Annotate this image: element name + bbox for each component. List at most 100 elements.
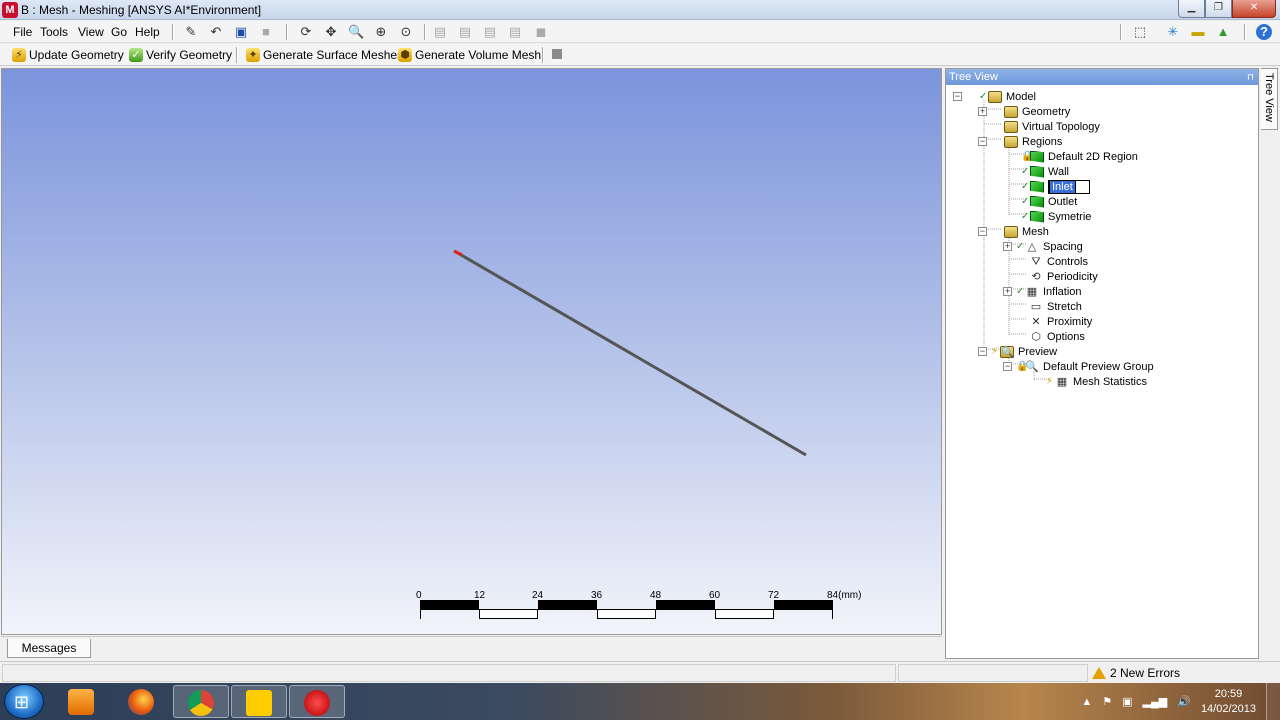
region-flag-icon [1030, 165, 1044, 178]
messages-tab[interactable]: Messages [7, 639, 91, 658]
zoom-icon[interactable]: 🔍 [348, 24, 364, 40]
volume-mesh-icon: ⬢ [398, 48, 412, 62]
action-center-flag-icon[interactable]: ⚑ [1102, 695, 1112, 708]
messages-strip: Messages [1, 636, 942, 658]
close-icon[interactable]: ✕ [1232, 0, 1276, 18]
clock[interactable]: 20:59 14/02/2013 [1201, 687, 1256, 717]
tree-node-default-2d-region[interactable]: 🔒 Default 2D Region [1021, 149, 1138, 164]
select-mode-icon[interactable]: ⬚ [1132, 24, 1148, 40]
tree-node-model[interactable]: − ✓ Model [953, 89, 1036, 104]
tree-node-mesh[interactable]: − Mesh [978, 224, 1049, 239]
controls-icon: ⛛ [1031, 255, 1041, 268]
preview-icon: 🔍 [1000, 345, 1015, 359]
tree-node-stretch[interactable]: ▭ Stretch [1029, 299, 1082, 314]
stop-icon[interactable] [552, 49, 562, 59]
virtual-topology-icon [1004, 120, 1018, 133]
tree-node-periodicity[interactable]: ⟲ Periodicity [1029, 269, 1097, 284]
graphics-viewport[interactable] [1, 68, 942, 635]
generate-surface-meshes-button[interactable]: ✦ Generate Surface Meshes [246, 47, 403, 63]
rename-input[interactable]: Inlet [1048, 179, 1090, 194]
check-icon: ✓ [1016, 286, 1025, 297]
restore-icon[interactable]: ❐ [1205, 0, 1232, 18]
taskbar-ansys[interactable] [231, 685, 287, 718]
tree-node-outlet[interactable]: ✓ Outlet [1021, 194, 1077, 209]
expand-icon[interactable]: + [1003, 287, 1012, 296]
taskbar-media-player[interactable] [54, 685, 110, 718]
taskbar-firefox[interactable] [114, 685, 170, 718]
expand-icon[interactable]: + [978, 107, 987, 116]
menu-go[interactable]: Go [111, 25, 127, 39]
rotate-icon[interactable]: ⟳ [298, 24, 314, 40]
device-icon[interactable]: ▣ [1122, 695, 1132, 708]
meshing-taskbar-icon [304, 690, 330, 716]
taskbar-meshing[interactable] [289, 685, 345, 718]
tree-node-options[interactable]: ⬡ Options [1029, 329, 1085, 344]
taskbar-chrome[interactable] [173, 685, 229, 718]
minimize-icon[interactable]: ▁ [1178, 0, 1205, 18]
pan-icon[interactable]: ✥ [323, 24, 339, 40]
tree-node-geometry[interactable]: + Geometry [978, 104, 1070, 119]
view-back-icon: ▤ [458, 24, 472, 39]
meshing-app-icon[interactable]: M [2, 2, 18, 18]
tree-node-proximity[interactable]: ✕ Proximity [1029, 314, 1092, 329]
tree-node-inflation[interactable]: + ✓ ▦ Inflation [1003, 284, 1082, 299]
show-hidden-icons-icon[interactable]: ▲ [1081, 696, 1092, 708]
check-icon: ✓ [1016, 241, 1025, 252]
tree-node-virtual-topology[interactable]: Virtual Topology [991, 119, 1100, 134]
status-bar: 2 New Errors [0, 661, 1280, 683]
tree-node-regions[interactable]: − Regions [978, 134, 1062, 149]
tree-view-side-tab[interactable]: Tree View [1261, 68, 1278, 130]
windows-taskbar: ⊞ ▲ ⚑ ▣ ▂▄▆ 🔊 20:59 14/02/2013 [0, 683, 1280, 720]
tree-node-default-preview-group[interactable]: − 🔒 🔍 Default Preview Group [1003, 359, 1154, 374]
collapse-icon[interactable]: − [978, 137, 987, 146]
collapse-icon[interactable]: − [1003, 362, 1012, 371]
tree-node-symetrie[interactable]: ✓ Symetrie [1021, 209, 1091, 224]
tree-node-mesh-statistics[interactable]: ⚡ ▦ Mesh Statistics [1046, 374, 1147, 389]
menu-help[interactable]: Help [135, 25, 160, 39]
expand-icon[interactable]: + [1003, 242, 1012, 251]
triad-icon[interactable]: ✳ [1165, 24, 1181, 40]
menu-file[interactable]: File [13, 25, 32, 39]
start-button[interactable]: ⊞ [4, 684, 44, 719]
save-icon[interactable]: ▣ [233, 24, 249, 40]
spacing-icon: △ [1027, 240, 1037, 253]
collapse-icon[interactable]: − [953, 92, 962, 101]
zoom-fit-icon[interactable]: ⊙ [398, 24, 414, 40]
options-icon: ⬡ [1031, 330, 1041, 343]
network-signal-icon[interactable]: ▂▄▆ [1143, 695, 1168, 708]
ruler-icon[interactable]: ▬ [1190, 24, 1206, 40]
zoom-box-icon[interactable]: ⊕ [373, 24, 389, 40]
magnifier-icon: 🔍 [1025, 360, 1039, 373]
show-desktop-button[interactable] [1266, 683, 1280, 720]
tree-view-header: Tree View ⊓ [946, 69, 1258, 85]
check-icon: ✓ [1021, 211, 1030, 222]
collapse-icon[interactable]: − [978, 347, 987, 356]
undo-icon[interactable]: ↶ [208, 24, 224, 40]
collapse-icon[interactable]: − [978, 227, 987, 236]
menu-tools[interactable]: Tools [40, 25, 68, 39]
tree-node-controls[interactable]: ⛛ Controls [1029, 254, 1088, 269]
update-geometry-button[interactable]: ⚡ Update Geometry [12, 47, 124, 63]
edit-icon[interactable]: ✎ [183, 24, 199, 40]
menu-view[interactable]: View [78, 25, 104, 39]
toolbar-separator [172, 24, 173, 40]
pin-icon[interactable]: ⊓ [1247, 69, 1254, 85]
lightning-icon: ⚡ [991, 346, 999, 357]
volume-icon[interactable]: 🔊 [1177, 695, 1191, 708]
stretch-icon: ▭ [1030, 300, 1042, 313]
geometry-edge[interactable] [455, 250, 807, 457]
check-icon: ✓ [979, 91, 988, 102]
errors-indicator[interactable]: 2 New Errors [1092, 666, 1180, 680]
verify-geometry-button[interactable]: ✓ Verify Geometry [129, 47, 232, 63]
region-flag-icon [1030, 180, 1044, 193]
windows-logo-icon: ⊞ [14, 692, 30, 712]
region-flag-icon [1030, 210, 1044, 223]
statistics-table-icon: ▦ [1056, 375, 1068, 388]
tree-node-wall[interactable]: ✓ Wall [1021, 164, 1069, 179]
generate-volume-mesh-button[interactable]: ⬢ Generate Volume Mesh [398, 47, 541, 63]
tree-node-preview[interactable]: − ⚡ 🔍 Preview [978, 344, 1057, 359]
warning-triangle-icon[interactable]: ▲ [1215, 24, 1231, 40]
help-icon[interactable]: ? [1256, 24, 1272, 40]
tree-node-inlet[interactable]: ✓ Inlet [1021, 179, 1090, 194]
tree-node-spacing[interactable]: + ✓ △ Spacing [1003, 239, 1083, 254]
